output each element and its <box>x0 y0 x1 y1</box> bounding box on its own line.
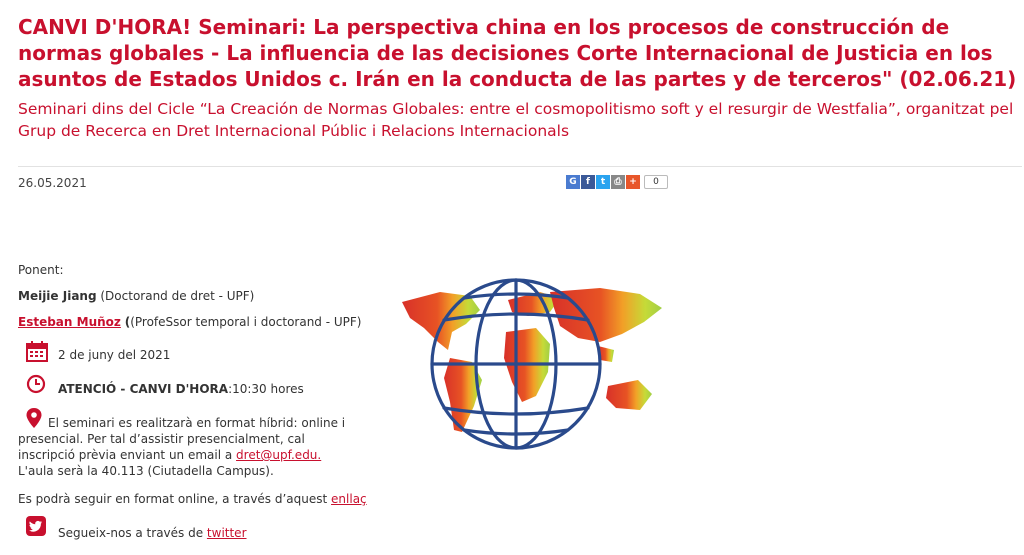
page-title: CANVI D'HORA! Seminari: La perspectiva c… <box>18 15 1017 91</box>
location-pin-icon <box>26 408 42 428</box>
clock-icon <box>26 374 46 394</box>
share-bar: G f t ⎙ + 0 <box>566 175 668 189</box>
speaker-2-link[interactable]: Esteban Muñoz <box>18 315 121 329</box>
speaker-2: Esteban Muñoz ((ProfeSsor temporal i doc… <box>18 315 362 329</box>
share-count: 0 <box>644 175 668 189</box>
speaker-1-role: (Doctorand de dret - UPF) <box>100 289 255 303</box>
event-date: 2 de juny del 2021 <box>58 348 171 362</box>
speaker-1-name: Meijie Jiang <box>18 289 97 303</box>
ponent-label: Ponent: <box>18 263 64 277</box>
facebook-share-icon[interactable]: f <box>581 175 595 189</box>
calendar-icon <box>26 341 48 362</box>
online-link[interactable]: enllaç <box>331 492 367 506</box>
speaker-1: Meijie Jiang (Doctorand de dret - UPF) <box>18 288 254 304</box>
event-time: ATENCIÓ - CANVI D'HORA:10:30 hores <box>58 381 304 397</box>
location-line-2: presencial. Per tal d’assistir presencia… <box>18 432 305 446</box>
time-notice: ATENCIÓ - CANVI D'HORA <box>58 382 229 396</box>
email-link[interactable]: dret@upf.edu. <box>236 448 321 462</box>
more-share-icon[interactable]: + <box>626 175 640 189</box>
time-value: :10:30 hores <box>228 382 304 396</box>
twitter-follow: Segueix-nos a través de twitter <box>58 526 247 540</box>
speaker-2-role: (ProfeSsor temporal i doctorand - UPF) <box>130 315 362 329</box>
online-info: Es podrà seguir en format online, a trav… <box>18 492 367 506</box>
location-line-4: L'aula serà la 40.113 (Ciutadella Campus… <box>18 464 274 478</box>
page-subtitle: Seminari dins del Cicle “La Creación de … <box>18 100 1014 140</box>
google-plus-share-icon[interactable]: G <box>566 175 580 189</box>
globe-wireframe <box>430 278 602 450</box>
location-line-1: El seminari es realitzarà en format híbr… <box>48 416 346 430</box>
twitter-link[interactable]: twitter <box>207 526 247 540</box>
world-globe-illustration <box>402 278 662 450</box>
publish-date: 26.05.2021 <box>18 176 87 190</box>
twitter-icon[interactable] <box>26 516 46 536</box>
twitter-share-icon[interactable]: t <box>596 175 610 189</box>
divider <box>18 166 1022 167</box>
world-map-shape <box>402 288 662 432</box>
print-share-icon[interactable]: ⎙ <box>611 175 625 189</box>
location-line-3: inscripció prèvia enviant un email a dre… <box>18 448 322 462</box>
